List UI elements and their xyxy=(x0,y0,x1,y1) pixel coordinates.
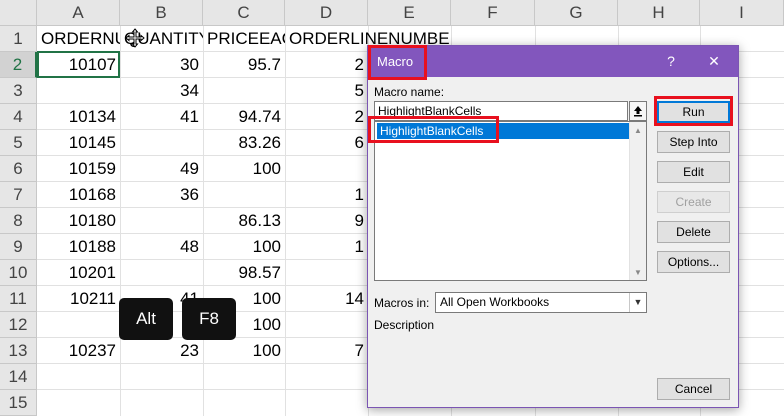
cell-b13[interactable]: 23 xyxy=(120,338,203,364)
macro-dialog: Macro ? ✕ Macro name: HighlightBlankCell… xyxy=(367,45,739,408)
column-header-b[interactable]: B xyxy=(120,0,203,26)
macro-list[interactable]: HighlightBlankCells ▲ ▼ xyxy=(374,121,647,281)
row-header-5[interactable]: 5 xyxy=(0,130,37,156)
cell-a13[interactable]: 10237 xyxy=(37,338,120,364)
cell-d3[interactable]: 5 xyxy=(285,78,368,104)
macro-list-item[interactable]: HighlightBlankCells xyxy=(377,123,630,139)
description-label: Description xyxy=(374,318,435,332)
column-header-i[interactable]: I xyxy=(700,0,784,26)
column-header-g[interactable]: G xyxy=(535,0,618,26)
cell-d2[interactable]: 2 xyxy=(285,52,368,78)
row-header-10[interactable]: 10 xyxy=(0,260,37,286)
scroll-down-icon[interactable]: ▼ xyxy=(630,264,646,280)
row-header-15[interactable]: 15 xyxy=(0,390,37,416)
chevron-down-icon[interactable]: ▼ xyxy=(629,293,646,312)
select-all-corner[interactable] xyxy=(0,0,37,26)
options-button[interactable]: Options... xyxy=(657,251,730,273)
row-header-2[interactable]: 2 xyxy=(0,52,37,78)
cell-d4[interactable]: 2 xyxy=(285,104,368,130)
cell-c5[interactable]: 83.26 xyxy=(203,130,285,156)
scroll-up-icon[interactable]: ▲ xyxy=(630,122,646,138)
macros-in-label: Macros in: xyxy=(374,296,430,310)
row-header-11[interactable]: 11 xyxy=(0,286,37,312)
row-header-12[interactable]: 12 xyxy=(0,312,37,338)
row-header-1[interactable]: 1 xyxy=(0,26,37,52)
cell-b4[interactable]: 41 xyxy=(120,104,203,130)
run-button[interactable]: Run xyxy=(657,101,730,123)
row-header-13[interactable]: 13 xyxy=(0,338,37,364)
column-header-h[interactable]: H xyxy=(618,0,700,26)
cell-d7[interactable]: 1 xyxy=(285,182,368,208)
edit-button[interactable]: Edit xyxy=(657,161,730,183)
step-into-button[interactable]: Step Into xyxy=(657,131,730,153)
cell-c2[interactable]: 95.7 xyxy=(203,52,285,78)
cell-a1[interactable]: ORDERNU xyxy=(37,26,120,52)
alt-key-badge: Alt xyxy=(119,298,173,340)
cell-a4[interactable]: 10134 xyxy=(37,104,120,130)
help-button[interactable]: ? xyxy=(659,50,683,72)
macro-name-input[interactable]: HighlightBlankCells xyxy=(374,101,628,121)
cell-b9[interactable]: 48 xyxy=(120,234,203,260)
delete-button[interactable]: Delete xyxy=(657,221,730,243)
cell-a7[interactable]: 10168 xyxy=(37,182,120,208)
cell-b2[interactable]: 30 xyxy=(120,52,203,78)
cell-a9[interactable]: 10188 xyxy=(37,234,120,260)
row-header-8[interactable]: 8 xyxy=(0,208,37,234)
row-header-3[interactable]: 3 xyxy=(0,78,37,104)
cell-b7[interactable]: 36 xyxy=(120,182,203,208)
list-scrollbar[interactable]: ▲ ▼ xyxy=(629,122,646,280)
active-cell-border xyxy=(37,51,120,78)
cell-c9[interactable]: 100 xyxy=(203,234,285,260)
macros-in-select[interactable]: All Open Workbooks ▼ xyxy=(435,292,647,313)
close-button[interactable]: ✕ xyxy=(702,50,726,72)
create-button: Create xyxy=(657,191,730,213)
macros-in-value: All Open Workbooks xyxy=(440,295,550,309)
cell-a8[interactable]: 10180 xyxy=(37,208,120,234)
upload-arrow-icon xyxy=(634,106,642,117)
macro-name-label: Macro name: xyxy=(374,85,445,99)
cell-a6[interactable]: 10159 xyxy=(37,156,120,182)
dialog-titlebar[interactable]: Macro ? ✕ xyxy=(368,46,738,77)
f8-key-badge: F8 xyxy=(182,298,236,340)
cell-c1[interactable]: PRICEEACH xyxy=(203,26,285,52)
column-header-d[interactable]: D xyxy=(285,0,368,26)
cell-d5[interactable]: 6 xyxy=(285,130,368,156)
cell-a11[interactable]: 10211 xyxy=(37,286,120,312)
column-header-f[interactable]: F xyxy=(451,0,535,26)
row-header-6[interactable]: 6 xyxy=(0,156,37,182)
row-header-9[interactable]: 9 xyxy=(0,234,37,260)
cancel-button[interactable]: Cancel xyxy=(657,378,730,400)
cell-a5[interactable]: 10145 xyxy=(37,130,120,156)
cell-c4[interactable]: 94.74 xyxy=(203,104,285,130)
move-cursor-icon xyxy=(125,28,145,48)
cell-d13[interactable]: 7 xyxy=(285,338,368,364)
cell-c10[interactable]: 98.57 xyxy=(203,260,285,286)
column-header-c[interactable]: C xyxy=(203,0,285,26)
cell-b3[interactable]: 34 xyxy=(120,78,203,104)
column-header-e[interactable]: E xyxy=(368,0,451,26)
row-header-4[interactable]: 4 xyxy=(0,104,37,130)
cell-c8[interactable]: 86.13 xyxy=(203,208,285,234)
row-header-14[interactable]: 14 xyxy=(0,364,37,390)
dialog-title: Macro xyxy=(377,54,414,69)
cell-d8[interactable]: 9 xyxy=(285,208,368,234)
cell-d11[interactable]: 14 xyxy=(285,286,368,312)
cell-a10[interactable]: 10201 xyxy=(37,260,120,286)
cell-c13[interactable]: 100 xyxy=(203,338,285,364)
cell-d9[interactable]: 1 xyxy=(285,234,368,260)
row-header-7[interactable]: 7 xyxy=(0,182,37,208)
column-header-a[interactable]: A xyxy=(37,0,120,26)
collapse-dialog-button[interactable] xyxy=(629,101,647,121)
cell-b6[interactable]: 49 xyxy=(120,156,203,182)
cell-c6[interactable]: 100 xyxy=(203,156,285,182)
